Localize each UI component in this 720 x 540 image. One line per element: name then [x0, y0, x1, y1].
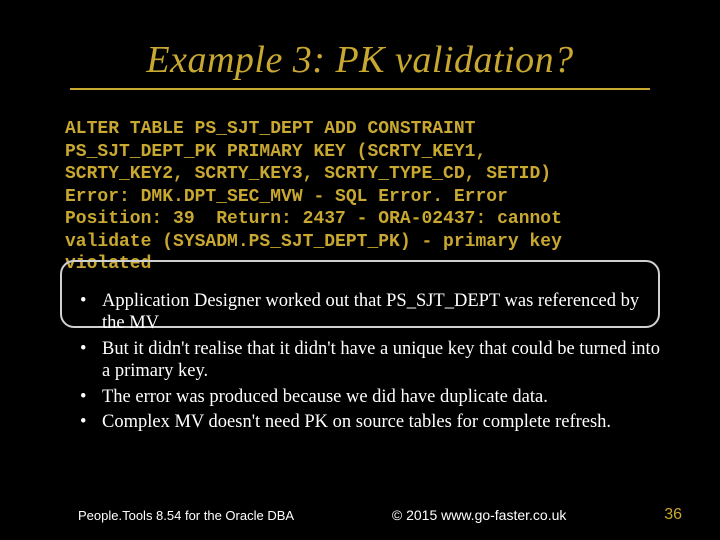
footer-left: People.Tools 8.54 for the Oracle DBA [78, 508, 294, 523]
list-item: Complex MV doesn't need PK on source tab… [78, 411, 660, 434]
footer-center: © 2015 www.go-faster.co.uk [294, 507, 664, 523]
bullet-list: Application Designer worked out that PS_… [78, 290, 660, 434]
list-item: The error was produced because we did ha… [78, 386, 660, 409]
code-error-highlight: ORA-02437: cannot [378, 209, 562, 229]
code-line: Position: 39 Return: 2437 - [65, 209, 378, 229]
slide: Example 3: PK validation? ALTER TABLE PS… [0, 0, 720, 540]
bullet-text: But it didn't realise that it didn't hav… [102, 339, 660, 382]
code-line: Error: DMK.DPT_SEC_MVW - SQL Error. Erro… [65, 187, 508, 207]
code-block: ALTER TABLE PS_SJT_DEPT ADD CONSTRAINT P… [65, 118, 655, 276]
footer: People.Tools 8.54 for the Oracle DBA © 2… [0, 506, 720, 524]
code-line: PS_SJT_DEPT_PK PRIMARY KEY (SCRTY_KEY1, [65, 142, 486, 162]
list-item: But it didn't realise that it didn't hav… [78, 338, 660, 383]
title-underline [70, 88, 650, 90]
slide-number: 36 [664, 506, 682, 524]
code-line: ALTER TABLE PS_SJT_DEPT ADD CONSTRAINT [65, 119, 475, 139]
bullet-text: The error was produced because we did ha… [102, 387, 548, 407]
slide-title: Example 3: PK validation? [0, 0, 720, 88]
code-line: SCRTY_KEY2, SCRTY_KEY3, SCRTY_TYPE_CD, S… [65, 164, 551, 184]
bullet-text: Complex MV doesn't need PK on source tab… [102, 412, 611, 432]
bullet-text: Application Designer worked out that PS_… [102, 291, 639, 334]
list-item: Application Designer worked out that PS_… [78, 290, 660, 335]
code-error-highlight: validate (SYSADM.PS_SJT_DEPT_PK) - prima… [65, 232, 562, 252]
code-error-highlight: violated [65, 254, 151, 274]
